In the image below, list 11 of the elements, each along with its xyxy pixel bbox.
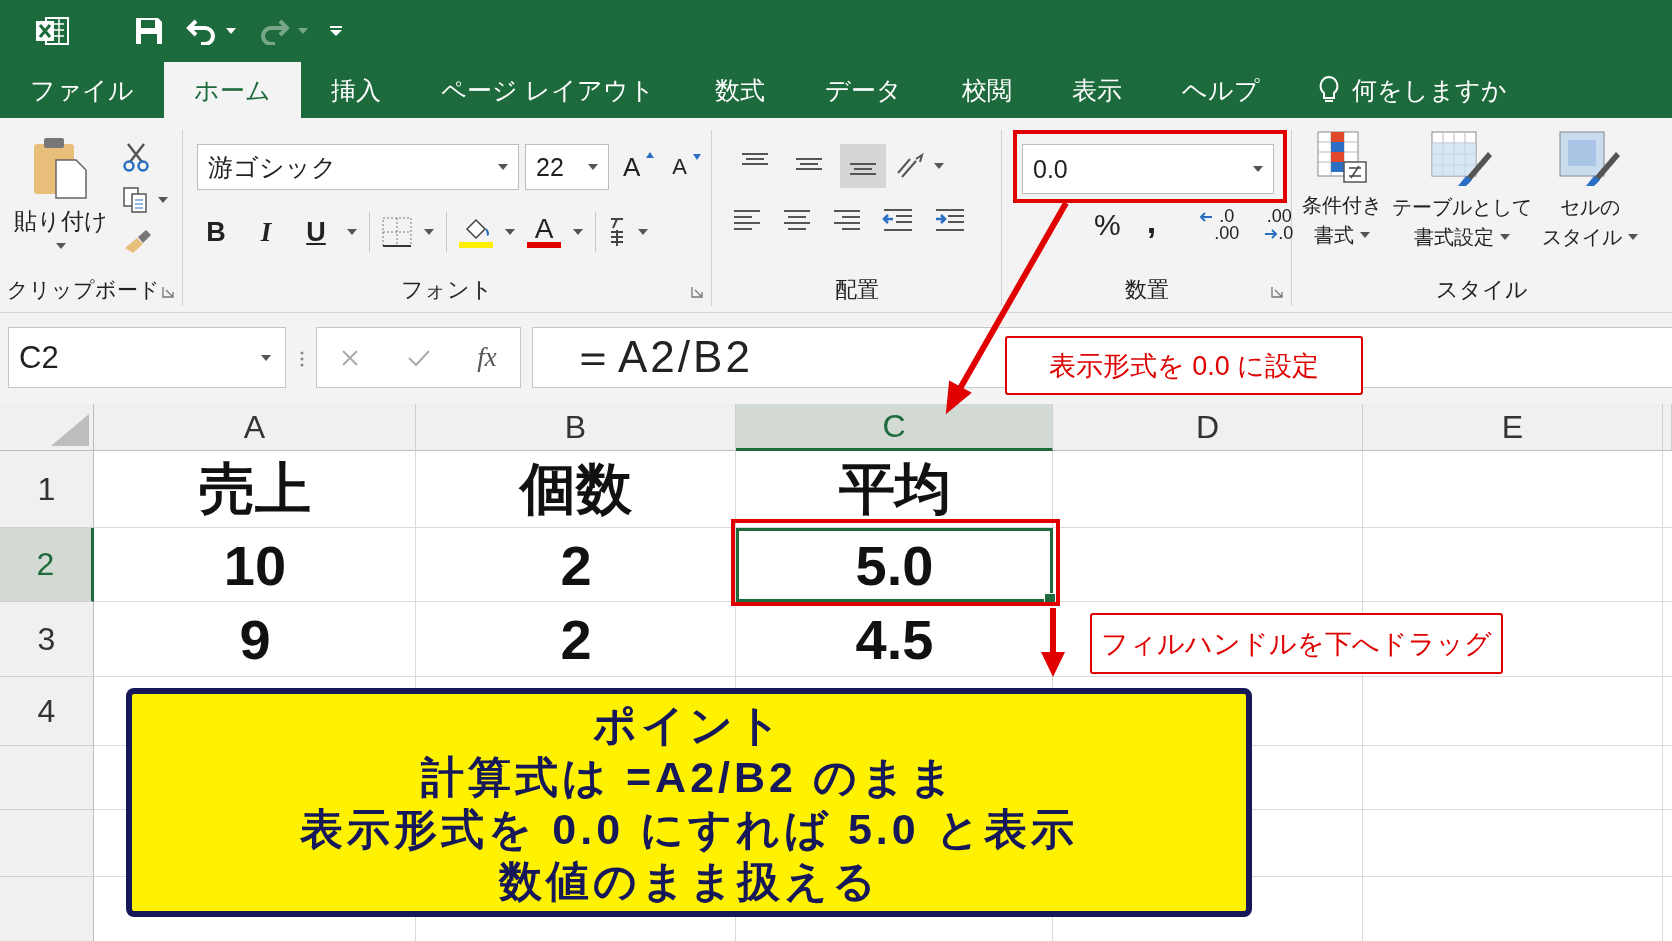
group-label: 数置 <box>1123 276 1170 304</box>
group-label: スタイル <box>1435 276 1529 304</box>
group-label: 配置 <box>833 276 880 304</box>
tip-text: 計算式は =A2/B2 のまま <box>421 751 957 803</box>
tip-text: 表示形式を 0.0 にすれば 5.0 と表示 <box>300 803 1078 855</box>
tip-title: ポイント <box>593 699 785 751</box>
callout-tooltip: 表示形式を 0.0 に設定 <box>1005 336 1363 395</box>
group-label: クリップボード <box>6 277 160 303</box>
callout-tooltip: フィルハンドルを下へドラッグ <box>1090 613 1503 674</box>
tip-text: 数値のまま扱える <box>498 855 880 907</box>
group-label: フォント <box>400 276 494 304</box>
